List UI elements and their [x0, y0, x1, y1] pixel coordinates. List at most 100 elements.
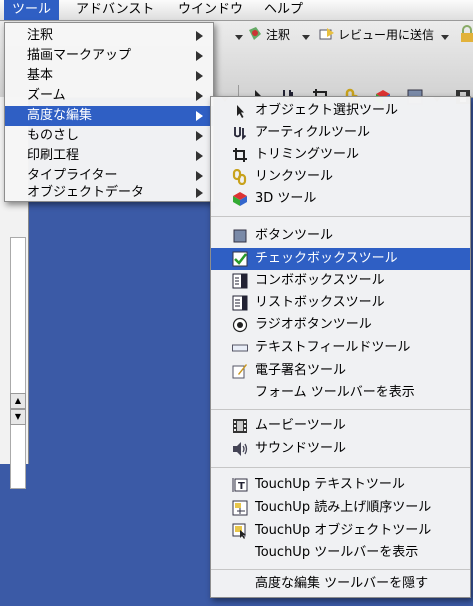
menu-help[interactable]: ヘルプ: [256, 0, 311, 20]
list-box-icon: [232, 295, 248, 311]
menu-item-list-box-tool[interactable]: リストボックスツール: [211, 292, 470, 314]
submenu-arrow-icon: [196, 111, 203, 121]
reading-order-icon: [232, 500, 248, 516]
menu-window[interactable]: ウインドウ: [170, 0, 251, 20]
menu-item-sound-tool[interactable]: サウンドツール: [211, 438, 470, 460]
menu-item-label: TouchUp オブジェクトツール: [255, 523, 432, 538]
menu-advanced[interactable]: アドバンスト: [68, 0, 162, 20]
menu-item-touchup-object-tool[interactable]: TouchUp オブジェクトツール: [211, 520, 470, 542]
submenu-arrow-icon: [196, 51, 203, 61]
lock-icon[interactable]: [458, 25, 473, 43]
menu-separator: [211, 467, 470, 468]
comment-button[interactable]: 注釈: [266, 24, 290, 46]
menu-item-label: コンボボックスツール: [255, 273, 385, 288]
checkbox-icon: [232, 251, 248, 267]
menu-item-movie-tool[interactable]: ムービーツール: [211, 415, 470, 437]
menu-item-label: リストボックスツール: [255, 295, 385, 310]
signature-pen-icon: [232, 363, 248, 379]
menu-item-zoom[interactable]: ズーム: [5, 86, 213, 106]
menu-bar: ツール アドバンスト ウインドウ ヘルプ: [0, 0, 473, 21]
menu-item-label: チェックボックスツール: [255, 251, 398, 266]
link-chain-icon: [232, 168, 248, 186]
button-square-icon: [232, 228, 248, 244]
3d-cube-icon: [232, 191, 248, 207]
menu-item-label: TouchUp テキストツール: [255, 477, 405, 492]
comment-dropdown-icon[interactable]: [297, 27, 315, 45]
menu-separator: [211, 409, 470, 410]
menu-item-show-forms-toolbar[interactable]: フォーム ツールバーを表示: [211, 382, 470, 404]
menu-item-label: テキストフィールドツール: [255, 340, 411, 355]
menu-item-radio-button-tool[interactable]: ラジオボタンツール: [211, 314, 470, 336]
menu-item-label: ズーム: [27, 88, 66, 103]
menu-item-article-tool[interactable]: アーティクルツール: [211, 122, 470, 144]
menu-item-label: トリミングツール: [255, 147, 360, 162]
menu-item-label: フォーム ツールバーを表示: [255, 385, 415, 400]
menu-item-label: 電子署名ツール: [255, 363, 347, 378]
menu-item-typewriter[interactable]: タイプライター: [5, 166, 213, 186]
menu-item-button-tool[interactable]: ボタンツール: [211, 225, 470, 247]
menu-item-select-object-tool[interactable]: オブジェクト選択ツール: [211, 100, 470, 122]
menu-item-label: 基本: [27, 68, 54, 83]
menu-item-touchup-reading-order-tool[interactable]: TouchUp 読み上げ順序ツール: [211, 497, 470, 519]
menu-item-comment[interactable]: 注釈: [5, 26, 213, 46]
menu-item-show-touchup-toolbar[interactable]: TouchUp ツールバーを表示: [211, 542, 470, 564]
menu-item-advanced-editing[interactable]: 高度な編集: [5, 106, 213, 126]
menu-item-label: アーティクルツール: [255, 125, 371, 140]
menu-item-label: TouchUp ツールバーを表示: [255, 545, 419, 560]
menu-item-link-tool[interactable]: リンクツール: [211, 166, 470, 188]
article-icon: [232, 125, 248, 141]
text-field-icon: [232, 340, 248, 356]
submenu-arrow-icon: [196, 131, 203, 141]
menu-item-label: リンクツール: [255, 169, 334, 184]
side-scrollbar[interactable]: [10, 237, 26, 489]
menu-item-label: 高度な編集 ツールバーを隠す: [255, 576, 429, 591]
svg-text:T: T: [238, 481, 245, 492]
menu-item-label: ラジオボタンツール: [255, 317, 372, 332]
menu-item-label: TouchUp 読み上げ順序ツール: [255, 500, 432, 515]
submenu-arrow-icon: [196, 171, 203, 181]
menu-item-hide-advanced-editing-toolbar[interactable]: 高度な編集 ツールバーを隠す: [211, 573, 470, 595]
menu-item-3d-tool[interactable]: 3D ツール: [211, 188, 470, 210]
crop-icon: [232, 147, 248, 163]
submenu-arrow-icon: [196, 91, 203, 101]
film-strip-icon: [232, 418, 248, 434]
comment-icon[interactable]: [246, 25, 264, 43]
submenu-arrow-icon: [196, 71, 203, 81]
advanced-editing-submenu: オブジェクト選択ツール アーティクルツール トリミングツール リンクツール 3D…: [210, 96, 471, 598]
pointer-arrow-icon: [232, 103, 248, 119]
menu-item-label: サウンドツール: [255, 441, 347, 456]
menu-item-text-field-tool[interactable]: テキストフィールドツール: [211, 337, 470, 359]
menu-item-label: 印刷工程: [27, 148, 80, 163]
speaker-icon: [232, 441, 248, 457]
tools-menu: 注釈 描画マークアップ 基本 ズーム 高度な編集 ものさし 印刷工程 タイプライ…: [4, 22, 214, 202]
submenu-arrow-icon: [196, 188, 203, 198]
menu-item-label: 注釈: [27, 28, 54, 43]
menu-item-label: 3D ツール: [255, 191, 317, 206]
menu-item-label: オブジェクトデータ: [27, 185, 145, 200]
menu-item-checkbox-tool[interactable]: チェックボックスツール: [211, 248, 470, 270]
menu-item-label: ものさし: [27, 128, 80, 143]
send-review-icon[interactable]: [318, 25, 336, 43]
menu-item-signature-tool[interactable]: 電子署名ツール: [211, 360, 470, 382]
menu-item-touchup-text-tool[interactable]: T TouchUp テキストツール: [211, 474, 470, 496]
scroll-down-arrow[interactable]: ▼: [10, 409, 26, 425]
menu-item-basic[interactable]: 基本: [5, 66, 213, 86]
scroll-up-arrow[interactable]: ▲: [10, 393, 26, 409]
menu-item-label: タイプライター: [27, 168, 118, 183]
radio-button-icon: [232, 317, 248, 333]
menu-tools[interactable]: ツール: [4, 0, 60, 20]
menu-item-print-production[interactable]: 印刷工程: [5, 146, 213, 166]
menu-item-object-data[interactable]: オブジェクトデータ: [5, 186, 213, 200]
menu-item-combo-box-tool[interactable]: コンボボックスツール: [211, 270, 470, 292]
menu-separator: [211, 569, 470, 570]
send-review-button[interactable]: レビュー用に送信: [338, 24, 434, 46]
menu-item-drawing-markup[interactable]: 描画マークアップ: [5, 46, 213, 66]
menu-item-measure[interactable]: ものさし: [5, 126, 213, 146]
touchup-text-icon: T: [232, 477, 248, 493]
menu-item-crop-tool[interactable]: トリミングツール: [211, 144, 470, 166]
submenu-arrow-icon: [196, 31, 203, 41]
menu-item-label: 高度な編集: [27, 108, 93, 123]
menu-item-label: オブジェクト選択ツール: [255, 103, 399, 118]
menu-item-label: ムービーツール: [255, 418, 346, 433]
review-dropdown-icon[interactable]: [436, 27, 454, 45]
